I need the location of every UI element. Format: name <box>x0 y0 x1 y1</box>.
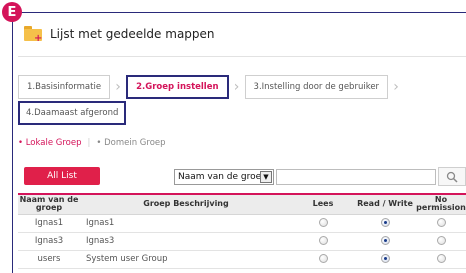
search-button[interactable] <box>438 167 466 186</box>
dropdown-arrow-icon: ▼ <box>260 171 272 183</box>
step-badge: E <box>2 2 22 22</box>
group-permission-table: Naam van de groep Groep Beschrijving Lee… <box>18 193 466 269</box>
cell-name: users <box>18 250 80 269</box>
search-icon <box>446 171 458 183</box>
col-header-lees: Lees <box>292 193 354 215</box>
col-header-desc: Groep Beschrijving <box>80 193 292 215</box>
radio-no-permission[interactable] <box>436 254 446 263</box>
table-row: users System user Group <box>18 250 466 269</box>
scope-divider: | <box>87 138 91 148</box>
radio-lees[interactable] <box>318 254 328 263</box>
search-field-select[interactable]: Naam van de groep ▼ <box>174 169 274 185</box>
radio-no-permission[interactable] <box>436 236 446 245</box>
col-header-np: No permission <box>416 193 466 215</box>
shared-folder-icon: + <box>24 26 44 44</box>
radio-lees[interactable] <box>318 236 328 245</box>
step-user-settings[interactable]: 3.Instelling door de gebruiker <box>244 75 389 99</box>
search-toolbar: All List Naam van de groep ▼ <box>18 167 466 187</box>
all-list-button[interactable]: All List <box>24 167 100 185</box>
cell-name: Ignas3 <box>18 232 80 251</box>
col-header-name: Naam van de groep <box>18 193 80 215</box>
table-row: Ignas3 Ignas3 <box>18 232 466 251</box>
step-basic-info[interactable]: 1.Basisinformatie <box>18 75 111 99</box>
col-header-rw: Read / Write <box>354 193 416 215</box>
radio-no-permission[interactable] <box>436 218 446 227</box>
cell-desc: Ignas1 <box>80 214 292 233</box>
chevron-right-icon: › <box>115 79 121 95</box>
search-input[interactable] <box>276 169 436 185</box>
chevron-right-icon: › <box>233 79 240 95</box>
page-header: + Lijst met gedeelde mappen <box>24 26 215 44</box>
group-scope-tabs: • Lokale Groep | • Domein Groep <box>18 138 166 148</box>
radio-lees[interactable] <box>318 218 328 227</box>
radio-read-write[interactable] <box>380 254 390 263</box>
page-title: Lijst met gedeelde mappen <box>50 27 215 41</box>
radio-read-write[interactable] <box>380 236 390 245</box>
cell-desc: System user Group <box>80 250 292 269</box>
table-header-row: Naam van de groep Groep Beschrijving Lee… <box>18 193 466 215</box>
step-finished[interactable]: 4.Daamaast afgerond <box>18 101 127 125</box>
header-divider <box>18 56 466 57</box>
radio-read-write[interactable] <box>380 218 390 227</box>
select-value: Naam van de groep <box>178 172 267 182</box>
tab-local-group[interactable]: • Lokale Groep <box>18 138 82 148</box>
chevron-right-icon: › <box>393 79 399 95</box>
wizard-steps: 1.Basisinformatie › 2.Groep instellen › … <box>18 75 404 99</box>
cell-desc: Ignas3 <box>80 232 292 251</box>
tab-domain-group[interactable]: • Domein Groep <box>96 138 165 148</box>
cell-name: Ignas1 <box>18 214 80 233</box>
table-row: Ignas1 Ignas1 <box>18 214 466 233</box>
step-group-settings[interactable]: 2.Groep instellen <box>126 75 229 99</box>
